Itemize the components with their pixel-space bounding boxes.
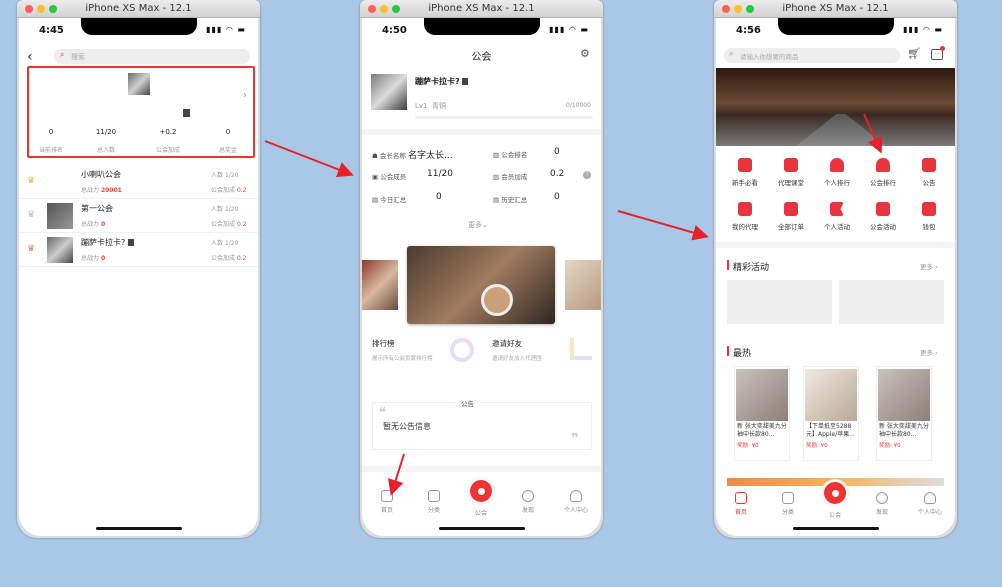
arrow-to-home-tab — [387, 453, 405, 496]
arrow-to-screen-3 — [617, 210, 709, 241]
arrow-to-guild-rank — [863, 113, 883, 154]
arrow-to-screen-2 — [264, 140, 354, 178]
annotation-arrows — [264, 113, 883, 496]
